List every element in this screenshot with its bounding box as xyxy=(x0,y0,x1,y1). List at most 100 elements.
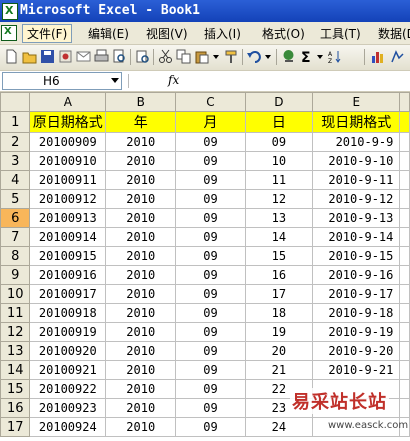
print-icon[interactable] xyxy=(94,49,109,64)
cell-f8[interactable] xyxy=(399,246,410,266)
row-header[interactable]: 7 xyxy=(0,227,31,247)
cell-f10[interactable] xyxy=(399,284,410,304)
menu-insert[interactable]: 插入(I) xyxy=(204,25,241,42)
cell-a7[interactable]: 20100914 xyxy=(29,227,107,247)
paste-icon[interactable] xyxy=(194,49,209,64)
menu-view[interactable]: 视图(V) xyxy=(146,25,188,42)
cell-b3[interactable]: 2010 xyxy=(105,151,177,171)
row-header[interactable]: 5 xyxy=(0,189,31,209)
open-icon[interactable] xyxy=(22,49,37,64)
cell-c14[interactable]: 09 xyxy=(175,360,246,380)
hyperlink-icon[interactable] xyxy=(281,49,296,64)
cell-b9[interactable]: 2010 xyxy=(105,265,177,285)
cell-c8[interactable]: 09 xyxy=(175,246,246,266)
cell-b4[interactable]: 2010 xyxy=(105,170,177,190)
cell-e9[interactable]: 2010-9-16 xyxy=(312,265,401,285)
cell-c3[interactable]: 09 xyxy=(175,151,246,171)
permission-icon[interactable] xyxy=(58,49,73,64)
cell-a5[interactable]: 20100912 xyxy=(29,189,107,209)
cell-f4[interactable] xyxy=(399,170,410,190)
column-header-b[interactable]: B xyxy=(105,92,177,112)
cell-c15[interactable]: 09 xyxy=(175,379,246,399)
print-preview-icon[interactable] xyxy=(112,49,127,64)
cell-d7[interactable]: 14 xyxy=(244,227,314,247)
cell-d1[interactable]: 日 xyxy=(244,111,314,133)
cell-e1[interactable]: 现日期格式 xyxy=(312,111,401,133)
cell-b12[interactable]: 2010 xyxy=(105,322,177,342)
cell-a1[interactable]: 原日期格式 xyxy=(29,111,107,133)
cell-a15[interactable]: 20100922 xyxy=(29,379,107,399)
cell-f7[interactable] xyxy=(399,227,410,247)
cell-d12[interactable]: 19 xyxy=(244,322,314,342)
cell-f9[interactable] xyxy=(399,265,410,285)
cell-d5[interactable]: 12 xyxy=(244,189,314,209)
cell-b6[interactable]: 2010 xyxy=(105,208,177,228)
cell-d3[interactable]: 10 xyxy=(244,151,314,171)
select-all-corner[interactable] xyxy=(0,92,31,112)
row-header[interactable]: 4 xyxy=(0,170,31,190)
cell-a14[interactable]: 20100921 xyxy=(29,360,107,380)
undo-icon[interactable] xyxy=(247,49,262,64)
paste-dropdown-icon[interactable] xyxy=(212,49,220,64)
email-icon[interactable] xyxy=(76,49,91,64)
cell-b11[interactable]: 2010 xyxy=(105,303,177,323)
cell-b13[interactable]: 2010 xyxy=(105,341,177,361)
cell-c13[interactable]: 09 xyxy=(175,341,246,361)
menu-data[interactable]: 数据(D) xyxy=(378,25,410,42)
row-header[interactable]: 14 xyxy=(0,360,31,380)
cell-b7[interactable]: 2010 xyxy=(105,227,177,247)
row-header[interactable]: 13 xyxy=(0,341,31,361)
menu-edit[interactable]: 编辑(E) xyxy=(88,25,129,42)
cell-f14[interactable] xyxy=(399,360,410,380)
cell-c2[interactable]: 09 xyxy=(175,132,246,152)
cell-b10[interactable]: 2010 xyxy=(105,284,177,304)
cell-d13[interactable]: 20 xyxy=(244,341,314,361)
cell-f1[interactable] xyxy=(399,111,410,133)
row-header[interactable]: 15 xyxy=(0,379,31,399)
cell-b17[interactable]: 2010 xyxy=(105,417,177,437)
cell-e12[interactable]: 2010-9-19 xyxy=(312,322,401,342)
cell-c10[interactable]: 09 xyxy=(175,284,246,304)
row-header[interactable]: 8 xyxy=(0,246,31,266)
cell-a8[interactable]: 20100915 xyxy=(29,246,107,266)
cell-b14[interactable]: 2010 xyxy=(105,360,177,380)
cell-b16[interactable]: 2010 xyxy=(105,398,177,418)
row-header[interactable]: 17 xyxy=(0,417,31,437)
cell-e7[interactable]: 2010-9-14 xyxy=(312,227,401,247)
row-header[interactable]: 10 xyxy=(0,284,31,304)
row-header[interactable]: 1 xyxy=(0,111,31,133)
cell-d9[interactable]: 16 xyxy=(244,265,314,285)
cell-d2[interactable]: 09 xyxy=(244,132,314,152)
cell-a17[interactable]: 20100924 xyxy=(29,417,107,437)
chart-wizard-icon[interactable] xyxy=(370,49,385,64)
cell-a6[interactable]: 20100913 xyxy=(29,208,107,228)
cell-a16[interactable]: 20100923 xyxy=(29,398,107,418)
workbook-icon[interactable]: X xyxy=(1,25,17,41)
cell-d14[interactable]: 21 xyxy=(244,360,314,380)
cell-e2[interactable]: 2010-9-9 xyxy=(312,132,401,152)
row-header[interactable]: 6 xyxy=(0,208,31,228)
cell-e6[interactable]: 2010-9-13 xyxy=(312,208,401,228)
drawing-icon[interactable] xyxy=(390,49,405,64)
cell-f3[interactable] xyxy=(399,151,410,171)
cell-c17[interactable]: 09 xyxy=(175,417,246,437)
cell-f2[interactable] xyxy=(399,132,410,152)
cell-e3[interactable]: 2010-9-10 xyxy=(312,151,401,171)
cell-c9[interactable]: 09 xyxy=(175,265,246,285)
cell-a2[interactable]: 20100909 xyxy=(29,132,107,152)
cell-c1[interactable]: 月 xyxy=(175,111,246,133)
column-header-d[interactable]: D xyxy=(244,92,314,112)
row-header[interactable]: 9 xyxy=(0,265,31,285)
cell-e5[interactable]: 2010-9-12 xyxy=(312,189,401,209)
save-icon[interactable] xyxy=(40,49,55,64)
row-header[interactable]: 16 xyxy=(0,398,31,418)
cell-e14[interactable]: 2010-9-21 xyxy=(312,360,401,380)
format-painter-icon[interactable] xyxy=(224,49,239,64)
cell-e10[interactable]: 2010-9-17 xyxy=(312,284,401,304)
cell-b15[interactable]: 2010 xyxy=(105,379,177,399)
cell-b1[interactable]: 年 xyxy=(105,111,177,133)
cell-f13[interactable] xyxy=(399,341,410,361)
cell-a4[interactable]: 20100911 xyxy=(29,170,107,190)
cell-c7[interactable]: 09 xyxy=(175,227,246,247)
research-icon[interactable] xyxy=(135,49,150,64)
